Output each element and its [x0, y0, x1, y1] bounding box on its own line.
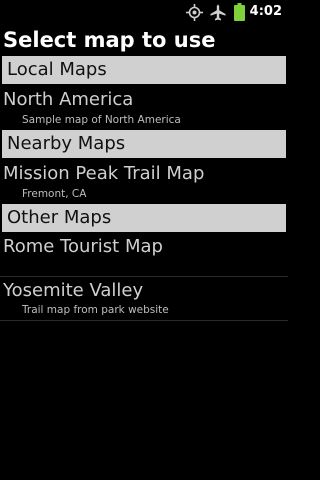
section-header-local-maps: Local Maps	[2, 56, 286, 84]
list-item-rome[interactable]: Rome Tourist Map	[0, 236, 288, 276]
list-item-title: Mission Peak Trail Map	[3, 163, 205, 184]
section-header-other-maps: Other Maps	[2, 204, 286, 232]
status-bar: 4:02	[0, 0, 288, 25]
battery-icon	[234, 3, 245, 25]
airplane-mode-icon	[210, 4, 226, 25]
list-item-mission-peak[interactable]: Mission Peak Trail Map Fremont, CA	[0, 163, 288, 203]
list-item-north-america[interactable]: North America Sample map of North Americ…	[0, 89, 288, 129]
list-item-title: North America	[3, 89, 134, 110]
list-divider	[0, 320, 288, 321]
section-header-nearby-maps: Nearby Maps	[2, 130, 286, 158]
list-item-subtitle: Fremont, CA	[22, 188, 87, 200]
gps-icon	[186, 4, 203, 25]
list-item-title: Rome Tourist Map	[3, 236, 163, 257]
list-divider	[0, 276, 288, 277]
list-item-subtitle: Trail map from park website	[22, 304, 169, 316]
list-item-title: Yosemite Valley	[3, 280, 144, 301]
page-title: Select map to use	[3, 28, 216, 52]
status-time: 4:02	[249, 4, 282, 19]
list-item-subtitle: Sample map of North America	[22, 114, 181, 126]
list-item-yosemite[interactable]: Yosemite Valley Trail map from park webs…	[0, 280, 288, 320]
